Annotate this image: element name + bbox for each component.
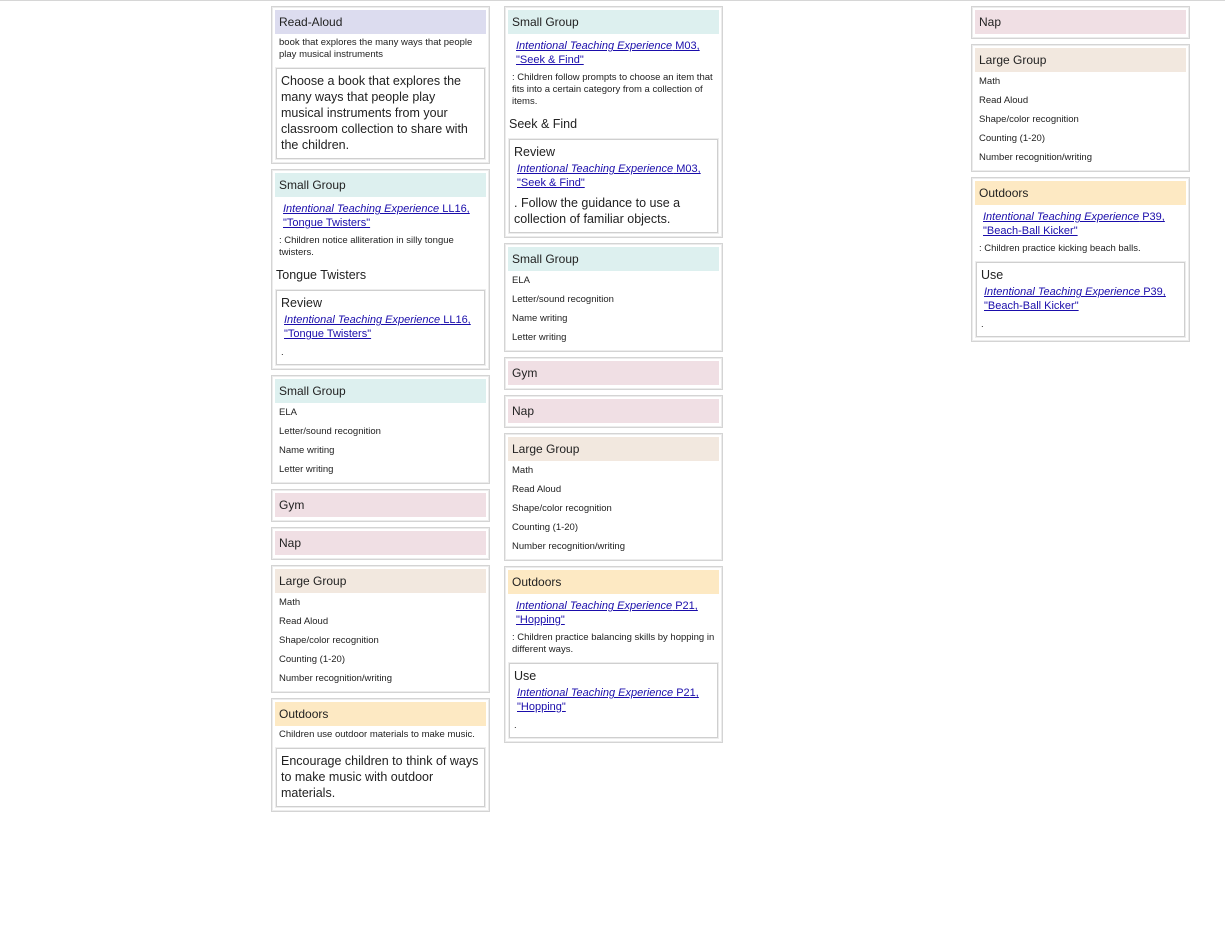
activity-guidance-box: Use Intentional Teaching Experience P21,… (509, 663, 718, 738)
gym-card: Gym (504, 357, 723, 390)
nap-card: Nap (504, 395, 723, 428)
card-header: Gym (508, 361, 719, 385)
list-item: Shape/color recognition (279, 635, 379, 646)
day-column-1: Read-Aloud book that explores the many w… (271, 6, 490, 817)
activity-link[interactable]: Intentional Teaching Experience P21, "Ho… (508, 594, 719, 629)
activity-subtitle: Tongue Twisters (276, 268, 367, 282)
card-header: Nap (508, 399, 719, 423)
card-header: Small Group (508, 247, 719, 271)
activity-link[interactable]: Intentional Teaching Experience M03, "Se… (514, 160, 713, 192)
guidance-text: . Follow the guidance to use a collectio… (514, 196, 681, 226)
link-label: Intentional Teaching Experience (517, 687, 674, 699)
list-item: Letter/sound recognition (512, 294, 614, 305)
list-item: Name writing (512, 313, 568, 324)
link-label: Intentional Teaching Experience (516, 40, 673, 52)
activity-guidance-box: Choose a book that explores the many way… (276, 68, 485, 159)
card-header: Outdoors (275, 702, 486, 726)
list-item: Math (979, 76, 1001, 87)
card-description: : Children follow prompts to choose an i… (512, 72, 713, 107)
guidance-title: Review (514, 145, 555, 159)
list-item: ELA (512, 275, 530, 286)
activity-link[interactable]: Intentional Teaching Experience P39, "Be… (981, 283, 1180, 315)
list-item: Counting (1-20) (279, 654, 346, 665)
link-label: Intentional Teaching Experience (284, 314, 441, 326)
list-item: Shape/color recognition (979, 114, 1079, 125)
guidance-text: . (281, 347, 284, 358)
list-item: ELA (279, 407, 297, 418)
card-header: Small Group (275, 379, 486, 403)
small-group-card: Small Group Intentional Teaching Experie… (504, 6, 723, 238)
card-header: Small Group (275, 173, 486, 197)
small-group-card: Small Group ELA Letter/sound recognition… (504, 243, 723, 352)
guidance-text: . (981, 319, 984, 330)
activity-guidance-box: Use Intentional Teaching Experience P39,… (976, 262, 1185, 337)
card-header: Nap (975, 10, 1186, 34)
outdoors-card: Outdoors Intentional Teaching Experience… (504, 566, 723, 743)
card-description: Children use outdoor materials to make m… (279, 729, 475, 740)
list-item: Read Aloud (279, 616, 329, 627)
guidance-title: Review (281, 296, 322, 310)
activity-guidance-box: Encourage children to think of ways to m… (276, 748, 485, 807)
card-header: Read-Aloud (275, 10, 486, 34)
card-header: Outdoors (975, 181, 1186, 205)
day-column-3: Nap Large Group Math Read Aloud Shape/co… (971, 6, 1190, 347)
outdoors-card: Outdoors Children use outdoor materials … (271, 698, 490, 812)
small-group-card: Small Group ELA Letter/sound recognition… (271, 375, 490, 484)
list-item: Letter/sound recognition (279, 426, 381, 437)
card-description: : Children practice balancing skills by … (512, 632, 715, 655)
card-header: Small Group (508, 10, 719, 34)
list-item: Math (279, 597, 301, 608)
list-item: Number recognition/writing (979, 152, 1092, 163)
guidance-text: . (514, 720, 517, 731)
outdoors-card: Outdoors Intentional Teaching Experience… (971, 177, 1190, 342)
large-group-card: Large Group Math Read Aloud Shape/color … (971, 44, 1190, 172)
large-group-card: Large Group Math Read Aloud Shape/color … (271, 565, 490, 693)
gym-card: Gym (271, 489, 490, 522)
card-description: : Children notice alliteration in silly … (279, 235, 454, 258)
activity-subtitle: Seek & Find (509, 117, 578, 131)
activity-link[interactable]: Intentional Teaching Experience LL16, "T… (275, 197, 486, 232)
card-header: Large Group (975, 48, 1186, 72)
activity-link[interactable]: Intentional Teaching Experience P39, "Be… (975, 205, 1186, 240)
list-item: Read Aloud (979, 95, 1029, 106)
read-aloud-card: Read-Aloud book that explores the many w… (271, 6, 490, 164)
list-item: Counting (1-20) (979, 133, 1046, 144)
list-item: Counting (1-20) (512, 522, 579, 533)
card-header: Large Group (275, 569, 486, 593)
card-description: book that explores the many ways that pe… (279, 37, 473, 60)
card-header: Nap (275, 531, 486, 555)
guidance-title: Use (981, 268, 1004, 282)
guidance-title: Use (514, 669, 537, 683)
small-group-card: Small Group Intentional Teaching Experie… (271, 169, 490, 370)
card-description: : Children practice kicking beach balls. (979, 243, 1141, 254)
list-item: Number recognition/writing (512, 541, 625, 552)
day-column-2: Small Group Intentional Teaching Experie… (504, 6, 723, 748)
top-divider (0, 0, 1225, 1)
nap-card: Nap (971, 6, 1190, 39)
link-label: Intentional Teaching Experience (517, 163, 674, 175)
large-group-card: Large Group Math Read Aloud Shape/color … (504, 433, 723, 561)
activity-link[interactable]: Intentional Teaching Experience P21, "Ho… (514, 684, 713, 716)
activity-guidance-box: Review Intentional Teaching Experience L… (276, 290, 485, 365)
card-header: Outdoors (508, 570, 719, 594)
link-label: Intentional Teaching Experience (283, 203, 440, 215)
link-label: Intentional Teaching Experience (516, 600, 673, 612)
list-item: Letter writing (512, 332, 567, 343)
card-header: Large Group (508, 437, 719, 461)
list-item: Math (512, 465, 534, 476)
card-header: Gym (275, 493, 486, 517)
nap-card: Nap (271, 527, 490, 560)
list-item: Name writing (279, 445, 335, 456)
activity-link[interactable]: Intentional Teaching Experience LL16, "T… (281, 311, 480, 343)
activity-link[interactable]: Intentional Teaching Experience M03, "Se… (508, 34, 719, 69)
list-item: Number recognition/writing (279, 673, 392, 684)
list-item: Read Aloud (512, 484, 562, 495)
activity-guidance-box: Review Intentional Teaching Experience M… (509, 139, 718, 233)
link-label: Intentional Teaching Experience (984, 286, 1141, 298)
list-item: Shape/color recognition (512, 503, 612, 514)
link-label: Intentional Teaching Experience (983, 211, 1140, 223)
list-item: Letter writing (279, 464, 334, 475)
